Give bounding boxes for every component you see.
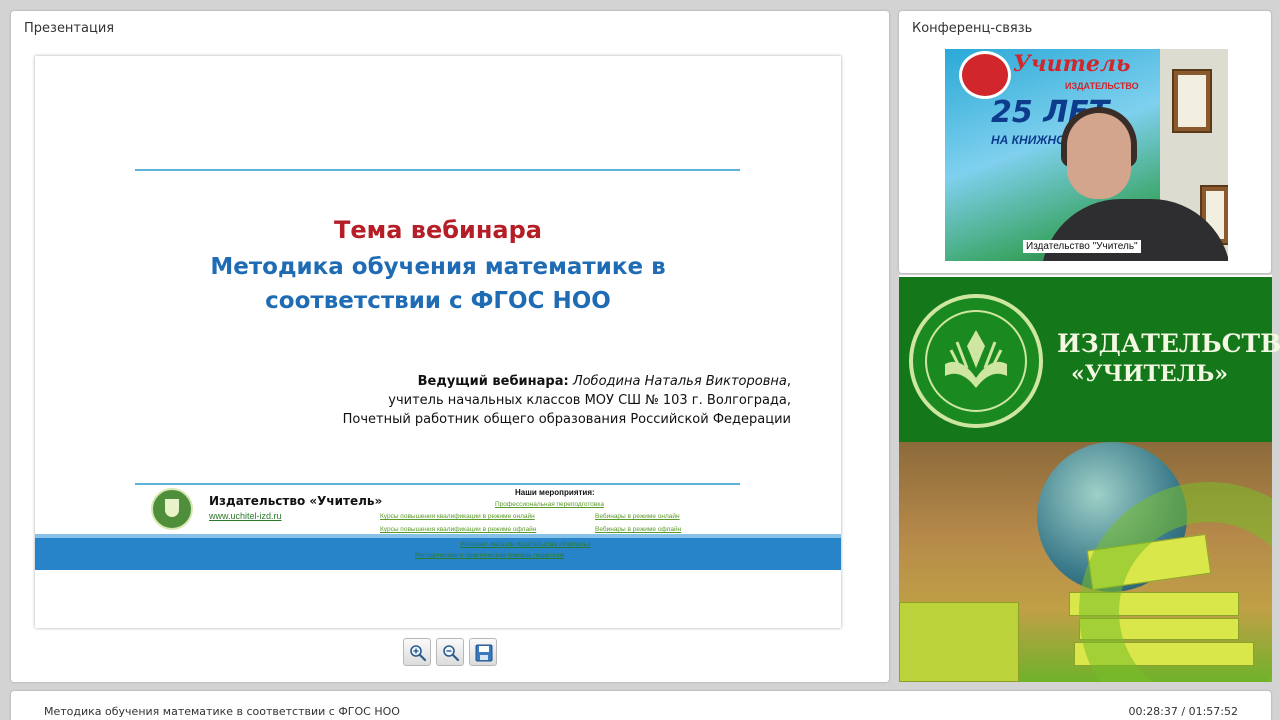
slide-divider-top: [135, 169, 740, 171]
slide-event-link[interactable]: Курсы повышения квалификации в режиме оф…: [380, 526, 536, 533]
presentation-slide: Тема вебинара Методика обучения математи…: [35, 56, 841, 628]
webinar-title: Методика обучения математике в соответст…: [44, 705, 400, 718]
wall-frame: [1172, 69, 1212, 133]
slide-presenter-label: Ведущий вебинара:: [417, 374, 569, 389]
zoom-out-button[interactable]: [436, 638, 464, 666]
slide-presenter-line3: Почетный работник общего образования Рос…: [342, 412, 791, 427]
banner-word: Учитель: [1013, 51, 1131, 77]
presentation-panel-title: Презентация: [24, 21, 115, 36]
slide-event-link[interactable]: Вебинары в режиме офлайн: [595, 526, 681, 533]
zoom-out-icon: [443, 645, 460, 662]
slide-publisher-logo-icon: [151, 488, 193, 530]
conference-panel-title: Конференц-связь: [912, 21, 1033, 36]
slide-event-link[interactable]: Курсы повышения квалификации в режиме он…: [380, 513, 535, 520]
floppy-disk-icon: [475, 644, 493, 662]
slide-events-heading: Наши мероприятия:: [515, 488, 595, 497]
slide-topic-line2: соответствии с ФГОС НОО: [265, 288, 611, 314]
slide-event-link[interactable]: Вебинары в режиме онлайн: [595, 513, 680, 520]
zoom-in-icon: [410, 645, 427, 662]
slide-event-link[interactable]: Интернет-магазин издательства «Учитель»: [460, 541, 591, 548]
slide-presenter-name: Лободина Наталья Викторовна: [572, 374, 787, 389]
slide-site-link[interactable]: www.uchitel-izd.ru: [209, 511, 282, 521]
book-shape: [899, 602, 1019, 682]
slide-topic-line1: Методика обучения математике в: [210, 254, 666, 280]
zoom-in-button[interactable]: [403, 638, 431, 666]
publisher-ad-banner[interactable]: ИЗДАТЕЛЬСТВО «УЧИТЕЛЬ»: [899, 275, 1280, 442]
ad-text-line2: «УЧИТЕЛЬ»: [1071, 361, 1228, 387]
slide-topic-label: Тема вебинара: [333, 216, 542, 244]
ad-text-line1: ИЗДАТЕЛЬСТВО: [1057, 329, 1280, 358]
speaker-face: [1067, 113, 1131, 199]
slide-divider-bottom: [135, 483, 740, 485]
presentation-panel: Презентация Тема вебинара Методика обуче…: [11, 11, 889, 682]
slide-presenter-line2: учитель начальных классов МОУ СШ № 103 г…: [388, 393, 791, 408]
conference-panel: Конференц-связь Учитель ИЗДАТЕЛЬСТВО 25 …: [899, 11, 1271, 273]
slide-event-link[interactable]: Профессиональная переподготовка: [495, 501, 604, 508]
slide-presenter-line1: Ведущий вебинара: Лободина Наталья Викто…: [417, 374, 791, 389]
video-caption: Издательство "Учитель": [1023, 240, 1141, 253]
bottom-status-bar: Методика обучения математике в соответст…: [11, 691, 1271, 720]
playback-time: 00:28:37 / 01:57:52: [1128, 705, 1238, 718]
save-button[interactable]: [469, 638, 497, 666]
ad-photo-books-globe: [899, 442, 1272, 682]
banner-word: ИЗДАТЕЛЬСТВО: [1065, 81, 1139, 91]
book-emblem-icon: [945, 330, 1007, 388]
publisher-logo-icon: [909, 294, 1043, 428]
slide-footer-band: Интернет-магазин издательства «Учитель» …: [35, 534, 841, 570]
video-feed[interactable]: Учитель ИЗДАТЕЛЬСТВО 25 ЛЕТ НА КНИЖНОМ Р…: [945, 49, 1228, 261]
slide-event-link[interactable]: Методическая и практическая помощь педаг…: [415, 552, 564, 559]
publisher-logo-icon: [959, 51, 1011, 99]
slide-publisher-name: Издательство «Учитель»: [209, 494, 383, 508]
